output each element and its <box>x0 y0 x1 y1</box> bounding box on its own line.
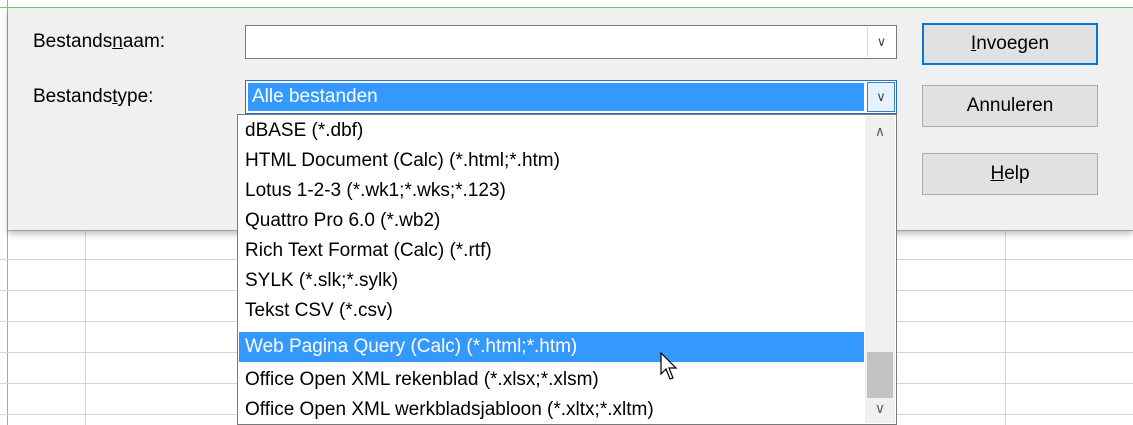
list-item[interactable]: dBASE (*.dbf) <box>239 116 864 146</box>
mouse-pointer-icon <box>660 352 678 380</box>
list-item[interactable]: Tekst CSV (*.csv) <box>239 296 864 326</box>
list-item[interactable]: Rich Text Format (Calc) (*.rtf) <box>239 236 864 266</box>
filetype-dropdown-list[interactable]: dBASE (*.dbf) HTML Document (Calc) (*.ht… <box>237 114 897 425</box>
scroll-down-button[interactable]: ∨ <box>865 393 895 423</box>
cancel-button[interactable]: Annuleren <box>922 85 1098 127</box>
filename-combobox[interactable]: ∨ <box>245 25 897 59</box>
chevron-down-icon: ∨ <box>874 399 886 416</box>
insert-button[interactable]: Invoegen <box>922 23 1098 65</box>
chevron-down-icon: ∨ <box>876 34 887 49</box>
list-item[interactable]: Lotus 1-2-3 (*.wk1;*.wks;*.123) <box>239 176 864 206</box>
list-item[interactable]: Office Open XML rekenblad (*.xlsx;*.xlsm… <box>239 365 864 395</box>
list-item[interactable]: Quattro Pro 6.0 (*.wb2) <box>239 206 864 236</box>
help-button[interactable]: Help <box>922 153 1098 195</box>
list-item[interactable]: Office Open XML werkbladsjabloon (*.xltx… <box>239 395 864 424</box>
filetype-selected-value[interactable]: Alle bestanden <box>248 83 864 111</box>
list-item[interactable]: SYLK (*.slk;*.sylk) <box>239 266 864 296</box>
grid-col-line <box>85 230 86 425</box>
chevron-down-icon: ∨ <box>876 89 886 104</box>
list-item[interactable]: HTML Document (Calc) (*.html;*.htm) <box>239 146 864 176</box>
scrollbar-thumb[interactable] <box>867 352 893 398</box>
filename-dropdown-button[interactable]: ∨ <box>867 27 895 57</box>
scroll-up-button[interactable]: ∧ <box>865 116 895 146</box>
filetype-combobox[interactable]: Alle bestanden ∨ <box>245 80 897 114</box>
list-item-selected[interactable]: Web Pagina Query (Calc) (*.html;*.htm) <box>239 332 864 362</box>
filename-label: Bestandsnaam: <box>33 31 166 52</box>
chevron-up-icon: ∧ <box>874 122 886 139</box>
filetype-label: Bestandstype: <box>33 86 154 107</box>
filetype-dropdown-button[interactable]: ∨ <box>867 82 895 112</box>
dropdown-scrollbar[interactable]: ∧ ∨ <box>865 116 895 423</box>
grid-col-line <box>1005 230 1006 425</box>
